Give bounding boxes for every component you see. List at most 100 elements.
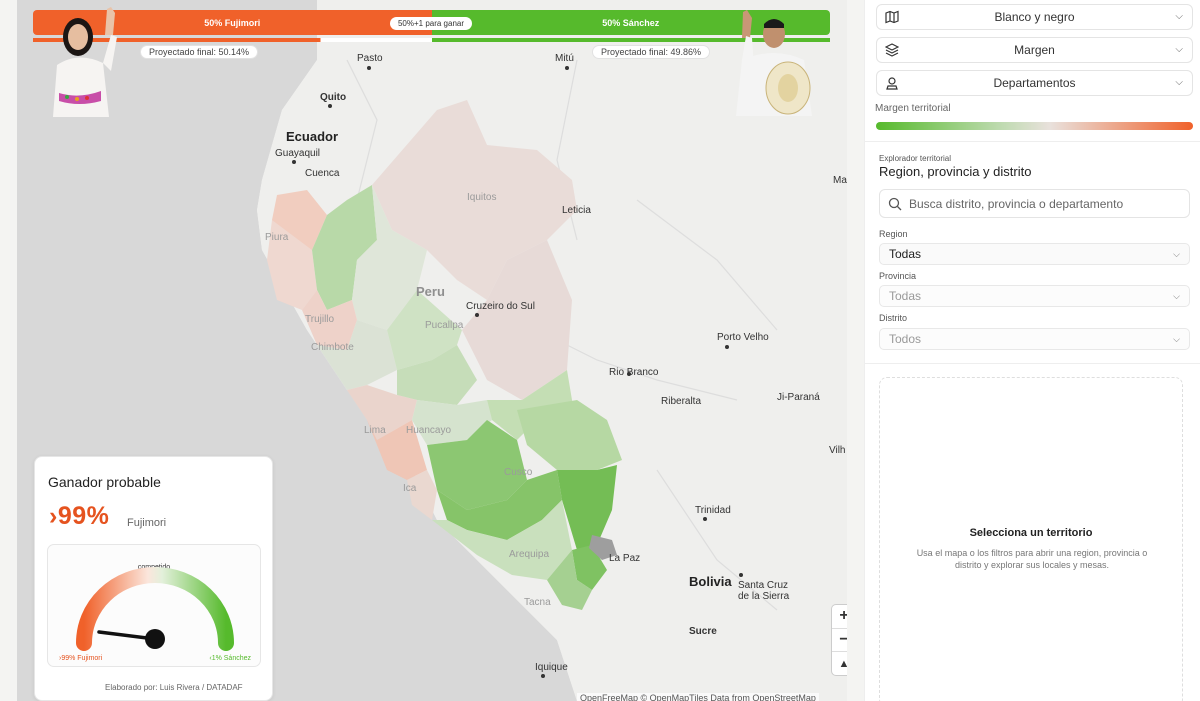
- provincia-label: Provincia: [879, 271, 917, 281]
- chevron-down-icon: ⌵: [1173, 334, 1180, 344]
- territory-title: Selecciona un territorio: [969, 527, 1093, 539]
- label-chimbote: Chimbote: [311, 342, 354, 353]
- territory-placeholder: Selecciona un territorio Usa el mapa o l…: [879, 377, 1183, 701]
- region-value: Todas: [889, 247, 922, 261]
- side-panel: Blanco y negro ⌵ Margen ⌵ Departamentos …: [864, 0, 1200, 701]
- label-porto-velho: Porto Velho: [717, 332, 769, 343]
- chevron-down-icon: ⌵: [1173, 291, 1180, 301]
- label-arequipa: Arequipa: [509, 549, 550, 560]
- label-cruzeiro: Cruzeiro do Sul: [466, 301, 535, 312]
- explorer-title: Region, provincia y distrito: [879, 164, 1032, 179]
- label-guayaquil: Guayaquil: [275, 148, 321, 159]
- chevron-down-icon: ⌵: [1175, 44, 1183, 55]
- gauge-hub: [145, 629, 165, 649]
- winner-title: Ganador probable: [48, 474, 161, 490]
- chevron-down-icon: ⌵: [1173, 249, 1180, 259]
- label-cusco: Cusco: [504, 467, 533, 478]
- winner-card: Ganador probable ›99% Fujimori competido…: [34, 456, 273, 701]
- territory-description: Usa el mapa o los filtros para abrir una…: [916, 548, 1148, 570]
- label-santa-cruz: Santa Cruz: [738, 580, 789, 591]
- label-mitu: Mitú: [555, 53, 574, 64]
- right-projected: Proyectado final: 49.86%: [592, 45, 711, 59]
- gauge-right-label: ‹1% Sánchez: [209, 655, 251, 662]
- map-attribution[interactable]: OpenFreeMap © OpenMapTiles Data from Ope…: [577, 693, 819, 701]
- label-piura: Piura: [265, 232, 289, 243]
- city-dot: [328, 104, 332, 108]
- compass-button[interactable]: ▲: [832, 652, 847, 675]
- race-progress: [33, 38, 830, 42]
- left-projected: Proyectado final: 50.14%: [140, 45, 259, 59]
- label-ji-parana: Ji-Paraná: [777, 392, 820, 403]
- city-dot: [475, 313, 479, 317]
- search-icon: [888, 197, 902, 211]
- race-threshold-label: 50%+1 para ganar: [390, 17, 472, 30]
- label-leticia: Leticia: [562, 205, 591, 216]
- candidate-left-avatar: [53, 7, 117, 117]
- zoom-out-button[interactable]: −: [832, 629, 847, 653]
- chevron-down-icon: ⌵: [1175, 11, 1183, 22]
- provincia-select[interactable]: Todas ⌵: [879, 285, 1190, 307]
- label-ica: Ica: [403, 483, 417, 494]
- location-user-icon: [886, 77, 898, 90]
- layers-icon: [885, 43, 899, 57]
- zoom-in-button[interactable]: +: [832, 605, 847, 629]
- margin-legend-label: Margen territorial: [875, 103, 951, 114]
- label-de-la-sierra: de la Sierra: [738, 591, 790, 602]
- divider: [865, 363, 1200, 364]
- credit-text: Elaborado por: Luis Rivera / DATADAF: [105, 683, 243, 692]
- region-select[interactable]: Todas ⌵: [879, 243, 1190, 265]
- gauge-left-label: ›99% Fujimori: [59, 655, 103, 662]
- distrito-select[interactable]: Todos ⌵: [879, 328, 1190, 350]
- territory-search[interactable]: [879, 189, 1190, 218]
- chevron-down-icon: ⌵: [1175, 77, 1183, 88]
- candidate-right-avatar: [736, 10, 812, 116]
- label-vilh: Vilh: [829, 445, 846, 456]
- label-bolivia: Bolivia: [689, 574, 732, 589]
- provincia-value: Todas: [889, 289, 922, 303]
- map-layer-dropdown[interactable]: Margen ⌵: [876, 37, 1193, 63]
- city-dot: [703, 517, 707, 521]
- city-dot: [565, 66, 569, 70]
- region-label: Region: [879, 229, 908, 239]
- map-style-dropdown[interactable]: Blanco y negro ⌵: [876, 4, 1193, 30]
- app-root: Pasto Mitú Quito Ecuador Guayaquil Cuenc…: [0, 0, 1200, 701]
- city-dot: [725, 345, 729, 349]
- winner-percent: ›99%: [49, 502, 110, 530]
- divider: [865, 141, 1200, 142]
- label-rio-branco: Rio Branco: [609, 367, 659, 378]
- label-peru: Peru: [416, 284, 445, 299]
- label-tacna: Tacna: [524, 597, 551, 608]
- label-sucre: Sucre: [689, 626, 717, 637]
- label-ma: Ma: [833, 175, 847, 186]
- margin-legend-bar: [876, 122, 1193, 130]
- city-dot: [367, 66, 371, 70]
- city-dot: [541, 674, 545, 678]
- city-dot: [292, 160, 296, 164]
- city-dot: [627, 372, 631, 376]
- gauge-arc: [76, 567, 234, 651]
- map-icon: [885, 10, 899, 24]
- map-layer-value: Margen: [1014, 43, 1055, 57]
- label-cuenca: Cuenca: [305, 168, 340, 179]
- explorer-subtitle: Explorador territorial: [879, 154, 952, 163]
- label-pasto: Pasto: [357, 53, 383, 64]
- distrito-label: Distrito: [879, 313, 908, 323]
- map-style-value: Blanco y negro: [994, 10, 1075, 24]
- label-riberalta: Riberalta: [661, 396, 702, 407]
- label-pucallpa: Pucallpa: [425, 320, 464, 331]
- map-level-dropdown[interactable]: Departamentos ⌵: [876, 70, 1193, 96]
- gauge: competido ›99% Fujimori ‹1% Sánchez: [47, 544, 261, 667]
- search-input[interactable]: [909, 195, 1179, 213]
- label-lima: Lima: [364, 425, 386, 436]
- label-quito: Quito: [320, 92, 347, 103]
- zoom-controls: + − ▲: [832, 605, 847, 675]
- label-iquique: Iquique: [535, 662, 568, 673]
- winner-name: Fujimori: [127, 517, 167, 529]
- label-trinidad: Trinidad: [695, 505, 731, 516]
- label-huancayo: Huancayo: [406, 425, 452, 436]
- label-trujillo: Trujillo: [305, 314, 335, 325]
- label-ecuador: Ecuador: [286, 129, 339, 144]
- city-dot: [739, 573, 743, 577]
- label-iquitos: Iquitos: [467, 192, 497, 203]
- label-la-paz: La Paz: [609, 553, 641, 564]
